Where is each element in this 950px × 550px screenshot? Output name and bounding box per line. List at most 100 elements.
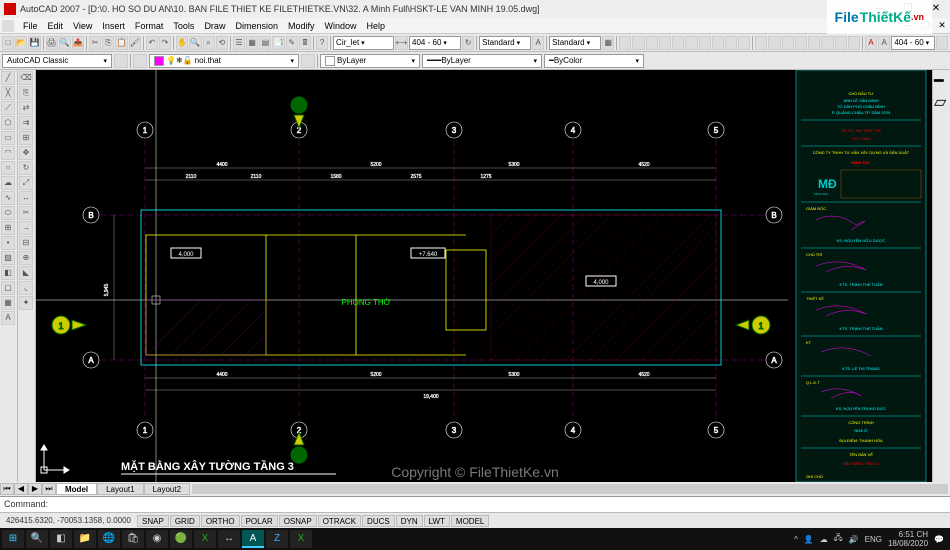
text-edit-button[interactable]: A: [878, 36, 890, 50]
lineweight-combo[interactable]: ━ ByColor: [544, 54, 644, 68]
dim-linear-button[interactable]: ⟷: [395, 36, 408, 50]
ducs-toggle[interactable]: DUCS: [362, 515, 395, 527]
menu-view[interactable]: View: [68, 21, 97, 31]
tab-first-button[interactable]: ⏮: [0, 483, 14, 495]
grid-toggle[interactable]: GRID: [170, 515, 200, 527]
m8[interactable]: [848, 36, 860, 50]
tab-last-button[interactable]: ⏭: [42, 483, 56, 495]
menu-insert[interactable]: Insert: [97, 21, 130, 31]
ws-settings-button[interactable]: [114, 54, 128, 68]
search-icon[interactable]: 🔍: [26, 530, 48, 548]
dist-button[interactable]: ━: [934, 71, 949, 91]
plot-button[interactable]: 🖨: [46, 36, 58, 50]
markup-button[interactable]: ✎: [286, 36, 298, 50]
revcloud-button[interactable]: ☁: [1, 176, 15, 190]
tray-cloud-icon[interactable]: ☁: [820, 535, 828, 544]
gradient-button[interactable]: ◧: [1, 266, 15, 280]
sheetset-button[interactable]: 📑: [272, 36, 284, 50]
otrack-toggle[interactable]: OTRACK: [318, 515, 361, 527]
model-toggle[interactable]: MODEL: [451, 515, 489, 527]
undo-button[interactable]: ↶: [146, 36, 158, 50]
spline-button[interactable]: ∿: [1, 191, 15, 205]
dimupdate-button[interactable]: ↻: [462, 36, 474, 50]
excel-task-icon[interactable]: X: [290, 530, 312, 548]
mirror-button[interactable]: ⇄: [19, 101, 33, 115]
store-icon[interactable]: 🛍: [122, 530, 144, 548]
area-button[interactable]: ▱: [934, 92, 949, 112]
menu-format[interactable]: Format: [130, 21, 169, 31]
tab-layout2[interactable]: Layout2: [144, 483, 190, 495]
table-button[interactable]: ▦: [602, 36, 614, 50]
t7[interactable]: [699, 36, 711, 50]
workspace-combo[interactable]: AutoCAD Classic: [2, 54, 112, 68]
offset-button[interactable]: ⇉: [19, 116, 33, 130]
t6[interactable]: [685, 36, 697, 50]
help-button[interactable]: ?: [316, 36, 328, 50]
array-button[interactable]: ⊞: [19, 131, 33, 145]
table-button-v[interactable]: ▦: [1, 296, 15, 310]
m6[interactable]: [821, 36, 833, 50]
line-button[interactable]: ╱: [1, 71, 15, 85]
menu-edit[interactable]: Edit: [43, 21, 69, 31]
m3[interactable]: [782, 36, 794, 50]
publish-button[interactable]: 📤: [72, 36, 84, 50]
erase-button[interactable]: ⌫: [19, 71, 33, 85]
tab-layout1[interactable]: Layout1: [97, 483, 143, 495]
tablestyle-combo[interactable]: Standard: [549, 36, 601, 50]
dyn-toggle[interactable]: DYN: [396, 515, 423, 527]
zoom-win-button[interactable]: ⌕: [203, 36, 215, 50]
xline-button[interactable]: ╳: [1, 86, 15, 100]
paste-button[interactable]: 📋: [115, 36, 127, 50]
teamviewer-icon[interactable]: ↔: [218, 530, 240, 548]
extend-button[interactable]: →: [19, 221, 33, 235]
calc-button[interactable]: 🖩: [299, 36, 311, 50]
move-button[interactable]: ✥: [19, 146, 33, 160]
excel-icon[interactable]: X: [194, 530, 216, 548]
chamfer-button[interactable]: ◣: [19, 266, 33, 280]
layer-combo[interactable]: 💡❄🔓 noi.that: [149, 54, 299, 68]
new-button[interactable]: □: [2, 36, 14, 50]
m2[interactable]: [768, 36, 780, 50]
menu-dimension[interactable]: Dimension: [230, 21, 283, 31]
break-button[interactable]: ⊟: [19, 236, 33, 250]
polygon-button[interactable]: ⬠: [1, 116, 15, 130]
menu-tools[interactable]: Tools: [168, 21, 199, 31]
m4[interactable]: [795, 36, 807, 50]
cut-button[interactable]: ✂: [89, 36, 101, 50]
trim-button[interactable]: ✂: [19, 206, 33, 220]
menu-window[interactable]: Window: [320, 21, 362, 31]
t4[interactable]: [659, 36, 671, 50]
m5[interactable]: [808, 36, 820, 50]
ellipse-button[interactable]: ⬭: [1, 206, 15, 220]
polar-toggle[interactable]: POLAR: [241, 515, 278, 527]
start-button[interactable]: ⊞: [2, 530, 24, 548]
explorer-icon[interactable]: 📁: [74, 530, 96, 548]
text-a-button[interactable]: A: [865, 36, 877, 50]
save-button[interactable]: 💾: [28, 36, 40, 50]
edge-icon[interactable]: 🌐: [98, 530, 120, 548]
fillet-button[interactable]: ◟: [19, 281, 33, 295]
tab-prev-button[interactable]: ◀: [14, 483, 28, 495]
scale-button[interactable]: ⤢: [19, 176, 33, 190]
tray-people-icon[interactable]: 👤: [804, 535, 814, 544]
m1[interactable]: [755, 36, 767, 50]
t5[interactable]: [672, 36, 684, 50]
copy-button[interactable]: ⎘: [102, 36, 114, 50]
t9[interactable]: [725, 36, 737, 50]
layer-prev-button[interactable]: [301, 54, 315, 68]
menu-modify[interactable]: Modify: [283, 21, 320, 31]
preview-button[interactable]: 🔍: [59, 36, 71, 50]
tray-vol-icon[interactable]: 🔊: [849, 535, 859, 544]
zalo-icon[interactable]: Z: [266, 530, 288, 548]
dimscale-combo[interactable]: 404 - 60: [409, 36, 461, 50]
anno1[interactable]: [936, 36, 948, 50]
tray-clock[interactable]: 6:51 CH 18/08/2020: [888, 530, 928, 548]
t3[interactable]: [646, 36, 658, 50]
tab-next-button[interactable]: ▶: [28, 483, 42, 495]
rectangle-button[interactable]: ▭: [1, 131, 15, 145]
chrome-icon[interactable]: ◉: [146, 530, 168, 548]
copy-button-m[interactable]: ⎘: [19, 86, 33, 100]
rotate-button[interactable]: ↻: [19, 161, 33, 175]
dimstyle-combo[interactable]: Cir_let: [333, 36, 394, 50]
block-button[interactable]: ⊞: [1, 221, 15, 235]
